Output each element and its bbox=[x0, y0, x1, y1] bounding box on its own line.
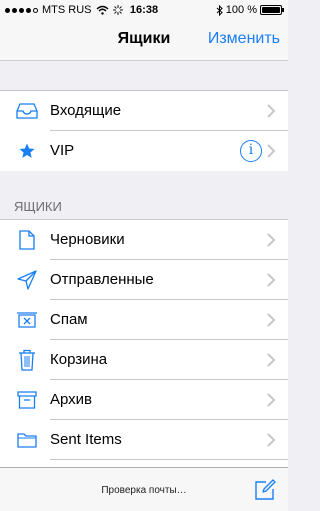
compose-icon[interactable] bbox=[254, 479, 276, 501]
mailbox-label: Входящие bbox=[50, 102, 122, 119]
info-icon[interactable]: i bbox=[240, 140, 262, 162]
inbox-tray-icon bbox=[16, 100, 38, 122]
trash-icon bbox=[16, 349, 38, 371]
archive-box-icon bbox=[16, 389, 38, 411]
battery-level bbox=[262, 7, 280, 13]
mailbox-row-drafts[interactable]: Черновики bbox=[0, 220, 288, 260]
mailbox-label: Черновики bbox=[50, 231, 125, 248]
bottom-toolbar: Проверка почты… bbox=[0, 467, 288, 511]
mailboxes-group: Черновики Отправленные Спам Корзина Архи… bbox=[0, 219, 288, 468]
mailbox-label: Корзина bbox=[50, 351, 108, 368]
mailbox-label: VIP bbox=[50, 142, 75, 159]
mailbox-label: Архив bbox=[50, 391, 93, 408]
chevron-right-icon bbox=[267, 273, 276, 287]
chevron-right-icon bbox=[267, 433, 276, 447]
star-icon bbox=[16, 140, 38, 162]
document-icon bbox=[16, 229, 38, 251]
battery-percent: 100 % bbox=[225, 4, 257, 16]
navigation-bar: Ящики Изменить bbox=[0, 20, 288, 60]
chevron-right-icon bbox=[267, 104, 276, 118]
paper-plane-icon bbox=[16, 269, 38, 291]
section-header: ЯЩИКИ bbox=[0, 171, 288, 219]
mailbox-row-vip[interactable]: VIP i bbox=[0, 131, 288, 171]
mailbox-label: Sent Items bbox=[50, 431, 122, 448]
bluetooth-icon bbox=[216, 4, 223, 16]
mailbox-row-inbox[interactable]: Входящие bbox=[0, 91, 288, 131]
top-mailbox-group: Входящие VIP i bbox=[0, 90, 288, 172]
mailbox-label: Спам bbox=[50, 311, 88, 328]
top-spacer bbox=[0, 60, 288, 90]
folder-icon bbox=[16, 429, 38, 451]
chevron-right-icon bbox=[267, 233, 276, 247]
mailbox-row-junk[interactable]: Спам bbox=[0, 300, 288, 340]
edit-button[interactable]: Изменить bbox=[208, 30, 280, 48]
chevron-right-icon bbox=[267, 393, 276, 407]
mailbox-row-sent[interactable]: Отправленные bbox=[0, 260, 288, 300]
chevron-right-icon bbox=[267, 353, 276, 367]
status-right: 100 % bbox=[216, 4, 284, 16]
mailbox-label: Отправленные bbox=[50, 271, 154, 288]
chevron-right-icon bbox=[267, 313, 276, 327]
chevron-right-icon bbox=[267, 144, 276, 158]
junk-tray-icon bbox=[16, 309, 38, 331]
mail-check-status: Проверка почты… bbox=[101, 485, 187, 496]
status-bar: MTS RUS 16:38 100 % bbox=[0, 0, 288, 20]
mailbox-row-sent-items[interactable]: Sent Items bbox=[0, 420, 288, 460]
section-header-label: ЯЩИКИ bbox=[14, 199, 62, 214]
mailbox-row-archive[interactable]: Архив bbox=[0, 380, 288, 420]
battery-icon bbox=[260, 5, 284, 15]
mailbox-row-trash[interactable]: Корзина bbox=[0, 340, 288, 380]
